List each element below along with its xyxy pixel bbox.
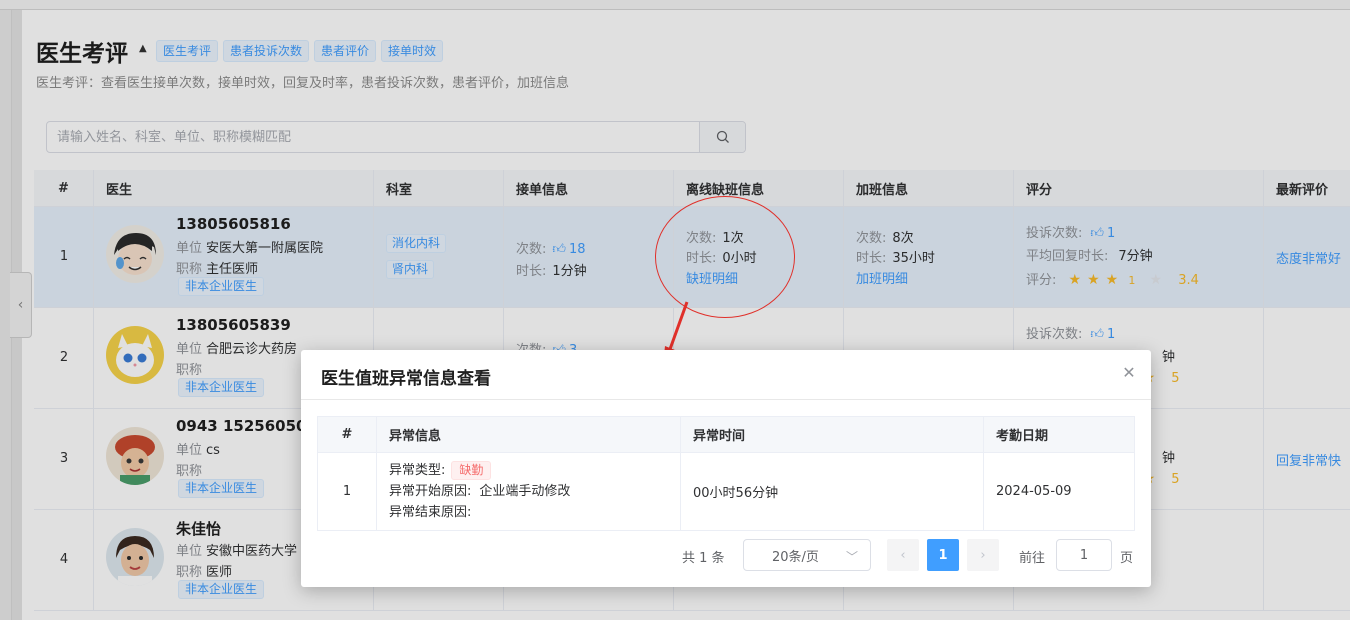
close-icon[interactable]: ✕ xyxy=(1121,363,1137,382)
column-header-abnormal-info: 异常信息 xyxy=(377,417,681,452)
chevron-left-icon: ‹ xyxy=(900,547,906,563)
chevron-right-icon: › xyxy=(980,547,986,563)
row-index: 1 xyxy=(318,453,377,530)
total-count: 共 1 条 xyxy=(682,551,725,566)
cell-abnormal-info: 异常类型: 缺勤 异常开始原因: 企业端手动修改 异常结束原因: xyxy=(377,453,681,530)
attendance-date: 2024-05-09 xyxy=(996,484,1072,499)
next-page-button[interactable]: › xyxy=(967,539,999,571)
table-row: 1 异常类型: 缺勤 异常开始原因: 企业端手动修改 异常结束原因: 00小时56分… xyxy=(318,453,1134,530)
page-number-current[interactable]: 1 xyxy=(927,539,959,571)
abnormal-start-reason: 异常开始原因: 企业端手动修改 xyxy=(389,482,570,501)
abnormal-time: 00小时56分钟 xyxy=(681,453,984,530)
page-size-select[interactable]: 20条/页 ﹀ xyxy=(743,539,871,571)
column-header-abnormal-time: 异常时间 xyxy=(681,417,984,452)
abnormal-start-label: 异常开始原因: xyxy=(389,484,472,499)
abnormal-type: 异常类型: 缺勤 xyxy=(389,461,570,480)
dialog-title: 医生值班异常信息查看 xyxy=(321,369,491,389)
prev-page-button[interactable]: ‹ xyxy=(887,539,919,571)
goto-page-input[interactable] xyxy=(1056,539,1112,571)
column-header-attendance-date: 考勤日期 xyxy=(996,429,1049,444)
absent-badge: 缺勤 xyxy=(451,461,492,480)
pagination: 共 1 条 20条/页 ﹀ ‹ 1 › 前往 页 xyxy=(301,539,1151,571)
chevron-down-icon: ﹀ xyxy=(845,550,858,564)
abnormal-end-label: 异常结束原因: xyxy=(389,505,472,520)
goto-unit: 页 xyxy=(1120,551,1134,566)
abnormal-start-value: 企业端手动修改 xyxy=(479,484,571,499)
abnormal-end-reason: 异常结束原因: xyxy=(389,503,570,522)
column-header-index: # xyxy=(318,417,377,452)
abnormal-type-label: 异常类型: xyxy=(389,463,446,478)
abnormal-table: # 异常信息 异常时间 考勤日期 1 异常类型: 缺勤 异常开始原因: 企业端手动修… xyxy=(317,416,1135,531)
dialog-header: 医生值班异常信息查看 ✕ xyxy=(301,350,1151,400)
abnormal-info-dialog: 医生值班异常信息查看 ✕ # 异常信息 异常时间 考勤日期 1 异常类型: 缺勤 … xyxy=(301,350,1151,587)
table-header: # 异常信息 异常时间 考勤日期 xyxy=(318,417,1134,453)
goto-label: 前往 xyxy=(1019,551,1046,566)
page-size-value: 20条/页 xyxy=(772,549,819,565)
